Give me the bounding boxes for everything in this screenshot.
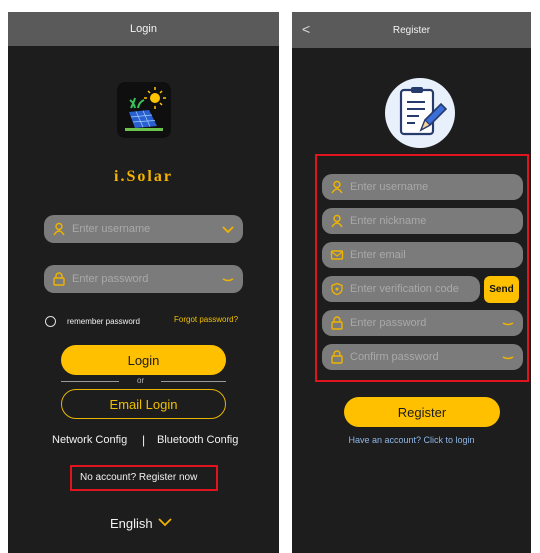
register-verification-input[interactable]: Enter verification code [322, 276, 480, 302]
password-input[interactable]: Enter password [44, 265, 243, 293]
register-now-link[interactable]: No account? Register now [80, 472, 197, 483]
forgot-password-link[interactable]: Forgot password? [174, 315, 238, 324]
remember-password-label: remember password [67, 317, 140, 326]
register-button[interactable]: Register [344, 397, 500, 427]
user-icon [330, 214, 344, 228]
login-title-bar: Login [8, 12, 279, 46]
back-arrow-icon[interactable]: < [302, 21, 310, 37]
lock-icon [330, 316, 344, 330]
eye-closed-icon[interactable] [501, 316, 515, 330]
register-nickname-placeholder: Enter nickname [350, 215, 427, 227]
login-title: Login [130, 23, 157, 35]
remember-password-radio[interactable] [45, 316, 56, 327]
register-username-input[interactable]: Enter username [322, 174, 523, 200]
eye-closed-icon[interactable] [221, 272, 235, 286]
brand-name: i.Solar [114, 168, 173, 185]
eye-closed-icon[interactable] [501, 350, 515, 364]
register-form-icon [385, 78, 455, 148]
app-logo-icon [117, 82, 171, 138]
register-nickname-input[interactable]: Enter nickname [322, 208, 523, 234]
mail-icon [330, 248, 344, 262]
send-code-button[interactable]: Send [484, 276, 519, 303]
shield-icon [330, 282, 344, 296]
register-password-placeholder: Enter password [350, 317, 427, 329]
register-confirm-placeholder: Confirm password [350, 351, 439, 363]
register-title: Register [392, 24, 431, 36]
register-email-placeholder: Enter email [350, 249, 406, 261]
or-divider-right [161, 381, 226, 382]
user-icon [52, 222, 66, 236]
register-email-input[interactable]: Enter email [322, 242, 523, 268]
or-label: or [137, 376, 145, 385]
user-icon [330, 180, 344, 194]
username-input[interactable]: Enter username [44, 215, 243, 243]
chevron-down-icon [158, 514, 172, 532]
register-screen: < Register Enter username Enter nickname… [292, 12, 531, 553]
login-link[interactable]: Have an account? Click to login [292, 435, 531, 445]
password-placeholder: Enter password [72, 273, 149, 285]
or-divider-left [61, 381, 119, 382]
lock-icon [52, 272, 66, 286]
language-label: English [110, 515, 153, 531]
username-placeholder: Enter username [72, 223, 151, 235]
register-confirm-password-input[interactable]: Confirm password [322, 344, 523, 370]
register-verification-placeholder: Enter verification code [350, 283, 459, 295]
register-username-placeholder: Enter username [350, 181, 429, 193]
login-button[interactable]: Login [61, 345, 226, 375]
register-title-bar: < Register [292, 12, 531, 48]
network-config-link[interactable]: Network Config [52, 434, 127, 446]
language-selector[interactable]: English [110, 514, 172, 532]
lock-icon [330, 350, 344, 364]
register-password-input[interactable]: Enter password [322, 310, 523, 336]
login-screen: Login i.Solar Enter username Enter passw… [8, 12, 279, 553]
email-login-button[interactable]: Email Login [61, 389, 226, 419]
config-separator: | [142, 433, 146, 447]
bluetooth-config-link[interactable]: Bluetooth Config [157, 434, 238, 446]
chevron-down-icon[interactable] [221, 222, 235, 236]
